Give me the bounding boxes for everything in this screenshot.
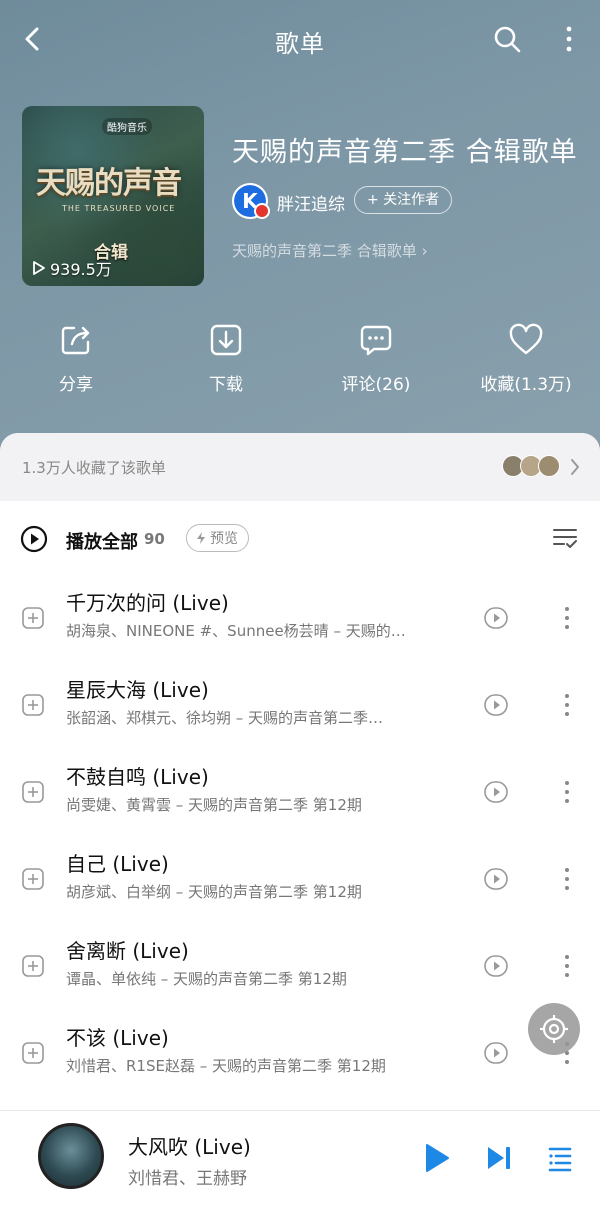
song-meta: 胡海泉、NINEONE #、Sunnee杨芸晴 – 天赐的… [66, 622, 406, 640]
play-all-icon[interactable] [20, 525, 48, 553]
play-count: 939.5万 [32, 256, 112, 280]
add-to-list-icon[interactable] [22, 1042, 44, 1064]
chevron-right-icon [571, 459, 579, 475]
favorite-label: 收藏(1.3万) [480, 375, 572, 395]
locate-current-song-button[interactable] [528, 1003, 580, 1055]
now-playing-album-art[interactable] [38, 1123, 104, 1189]
mv-play-icon[interactable] [484, 781, 508, 803]
now-playing-title: 大风吹 (Live) [128, 1135, 251, 1159]
more-vertical-icon[interactable] [560, 603, 574, 633]
cover-brand-badge: 酷狗音乐 [102, 118, 152, 135]
share-button[interactable]: 分享 [16, 322, 136, 395]
comment-icon [360, 325, 392, 356]
comment-button[interactable]: 评论(26) [316, 322, 436, 395]
list-item[interactable]: 舍离断 (Live) 谭晶、单依纯 – 天赐的声音第二季 第12期 [0, 925, 600, 1012]
verified-badge-icon [254, 203, 270, 219]
list-item[interactable]: 星辰大海 (Live) 张韶涵、郑棋元、徐均朔 – 天赐的声音第二季… [0, 664, 600, 751]
preview-button[interactable]: 预览 [186, 524, 249, 552]
list-item[interactable]: 自己 (Live) 胡彦斌、白举纲 – 天赐的声音第二季 第12期 [0, 838, 600, 925]
favorite-button[interactable]: 收藏(1.3万) [466, 322, 586, 395]
song-title: 星辰大海 (Live) [66, 678, 209, 702]
more-vertical-icon[interactable] [560, 951, 574, 981]
download-icon [210, 324, 242, 356]
playlist-hero: 歌单 酷狗音乐 天赐的声音 THE TREASURED VOICE 合辑 939… [0, 0, 600, 470]
song-list: 千万次的问 (Live) 胡海泉、NINEONE #、Sunnee杨芸晴 – 天… [0, 577, 600, 1099]
favoriters-count-text: 1.3万人收藏了该歌单 [22, 459, 166, 477]
mv-play-icon[interactable] [484, 955, 508, 977]
mv-play-icon[interactable] [484, 1042, 508, 1064]
action-bar: 分享 下载 评论(26) 收藏(1.3万) [0, 322, 600, 402]
add-to-list-icon[interactable] [22, 694, 44, 716]
play-all-button[interactable]: 播放全部 [66, 528, 138, 554]
more-vertical-icon[interactable] [560, 864, 574, 894]
add-to-list-icon[interactable] [22, 607, 44, 629]
song-meta: 尚雯婕、黄霄雲 – 天赐的声音第二季 第12期 [66, 796, 362, 814]
song-title: 千万次的问 (Live) [66, 591, 229, 615]
more-vertical-icon[interactable] [560, 690, 574, 720]
top-bar: 歌单 [0, 0, 600, 80]
download-label: 下载 [209, 375, 243, 395]
search-icon[interactable] [492, 24, 522, 54]
share-label: 分享 [59, 375, 93, 395]
play-count-value: 939.5万 [50, 260, 112, 279]
playlist-queue-icon[interactable] [548, 1144, 572, 1172]
preview-label: 预览 [210, 531, 238, 547]
play-icon[interactable] [424, 1143, 450, 1173]
playlist-description-text: 天赐的声音第二季 合辑歌单 [232, 242, 417, 260]
comment-label: 评论(26) [341, 375, 411, 395]
mini-player[interactable]: 大风吹 (Live) 刘惜君、王赫野 [0, 1110, 600, 1210]
add-to-list-icon[interactable] [22, 955, 44, 977]
song-count: 90 [144, 530, 165, 548]
song-title: 不鼓自鸣 (Live) [66, 765, 209, 789]
heart-icon [509, 323, 543, 355]
list-item[interactable]: 不鼓自鸣 (Live) 尚雯婕、黄霄雲 – 天赐的声音第二季 第12期 [0, 751, 600, 838]
more-vertical-icon[interactable] [560, 777, 574, 807]
favoriters-row[interactable]: 1.3万人收藏了该歌单 [0, 433, 600, 501]
song-title: 自己 (Live) [66, 852, 169, 876]
song-title: 舍离断 (Live) [66, 939, 189, 963]
list-item[interactable]: 不该 (Live) 刘惜君、R1SE赵磊 – 天赐的声音第二季 第12期 [0, 1012, 600, 1099]
avatar [538, 455, 560, 477]
mv-play-icon[interactable] [484, 868, 508, 890]
mv-play-icon[interactable] [484, 607, 508, 629]
batch-manage-icon[interactable] [552, 525, 578, 551]
next-track-icon[interactable] [486, 1144, 512, 1172]
favoriter-avatars [502, 455, 560, 477]
song-meta: 谭晶、单依纯 – 天赐的声音第二季 第12期 [66, 970, 347, 988]
playlist-title: 天赐的声音第二季 合辑歌单 [232, 137, 578, 168]
more-vertical-icon[interactable] [562, 24, 576, 54]
add-to-list-icon[interactable] [22, 781, 44, 803]
playlist-description[interactable]: 天赐的声音第二季 合辑歌单 › [232, 240, 428, 261]
song-list-panel: 1.3万人收藏了该歌单 播放全部 90 预览 千万次的问 (Live) 胡海泉、… [0, 433, 600, 1113]
song-title: 不该 (Live) [66, 1026, 169, 1050]
play-all-row: 播放全部 90 预览 [0, 521, 600, 557]
mv-play-icon[interactable] [484, 694, 508, 716]
share-icon [61, 326, 90, 355]
add-to-list-icon[interactable] [22, 868, 44, 890]
follow-author-button[interactable]: + 关注作者 [354, 186, 453, 214]
cover-show-logo: 天赐的声音 [36, 166, 182, 201]
list-item[interactable]: 千万次的问 (Live) 胡海泉、NINEONE #、Sunnee杨芸晴 – 天… [0, 577, 600, 664]
song-meta: 张韶涵、郑棋元、徐均朔 – 天赐的声音第二季… [66, 709, 384, 727]
chevron-right-icon: › [421, 242, 428, 260]
locate-target-icon [540, 1015, 568, 1043]
cover-show-logo-subtitle: THE TREASURED VOICE [62, 204, 176, 213]
lightning-icon [197, 532, 205, 544]
song-meta: 刘惜君、R1SE赵磊 – 天赐的声音第二季 第12期 [66, 1057, 386, 1075]
play-count-icon [33, 261, 45, 275]
song-meta: 胡彦斌、白举纲 – 天赐的声音第二季 第12期 [66, 883, 362, 901]
playlist-cover[interactable]: 酷狗音乐 天赐的声音 THE TREASURED VOICE 合辑 939.5万 [22, 106, 204, 286]
now-playing-artist: 刘惜君、王赫野 [128, 1169, 247, 1189]
download-button[interactable]: 下载 [166, 322, 286, 395]
author-name[interactable]: 胖汪追综 [277, 190, 345, 215]
